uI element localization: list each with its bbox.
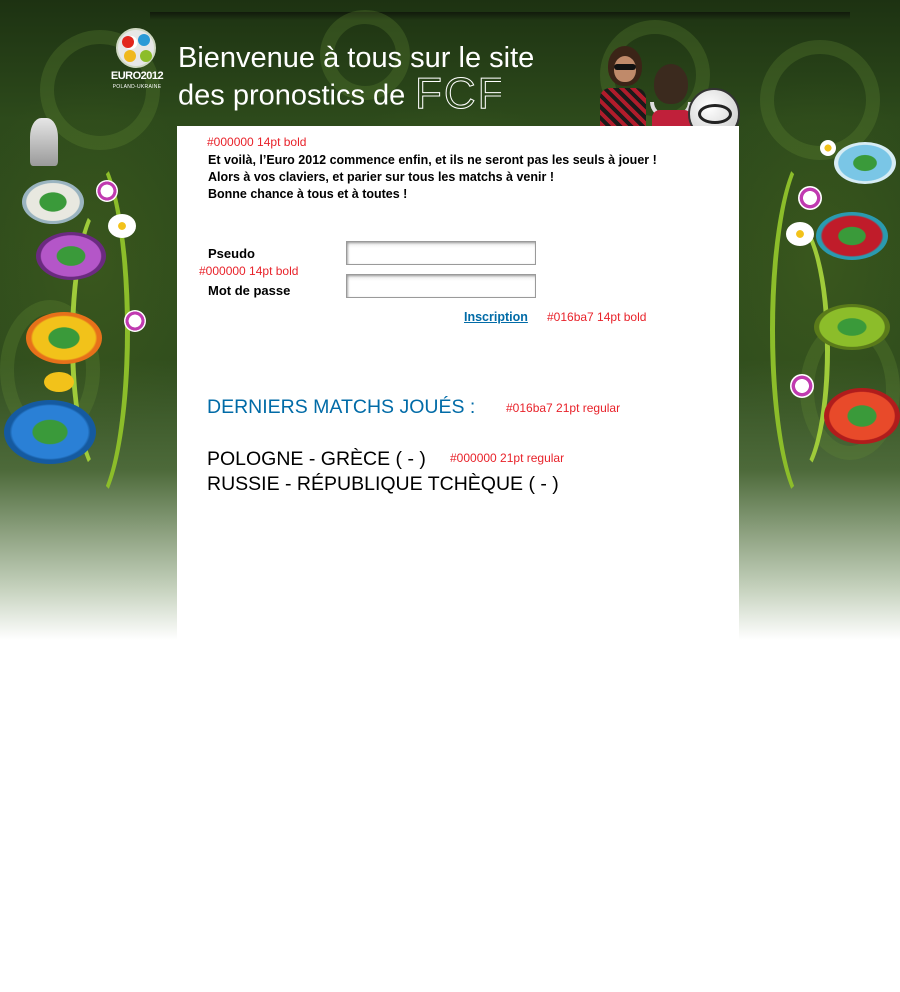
- stadium-icon: [22, 180, 84, 224]
- inscription-link[interactable]: Inscription: [464, 310, 528, 324]
- stadium-icon: [26, 312, 102, 364]
- stadium-icon: [4, 400, 96, 464]
- label-style-annotation: #000000 14pt bold: [199, 264, 299, 278]
- main-content-panel: [177, 126, 739, 640]
- intro-line-3: Bonne chance à tous et à toutes !: [208, 187, 408, 201]
- flower-icon: [786, 222, 814, 246]
- fcf-logo: FCF: [415, 72, 501, 114]
- inscription-style-annotation: #016ba7 14pt bold: [547, 310, 647, 324]
- yellow-shoe-icon: [44, 372, 74, 392]
- intro-style-annotation: #000000 14pt bold: [207, 135, 307, 149]
- small-ball-icon: [124, 310, 146, 332]
- man-head: [654, 64, 688, 104]
- sunglasses-icon: [614, 64, 636, 70]
- flower-icon: [820, 140, 836, 156]
- woman-shirt: [600, 88, 646, 126]
- right-plant-stem: [760, 220, 830, 480]
- match-item: RUSSIE - RÉPUBLIQUE TCHÈQUE ( - ): [207, 473, 559, 495]
- football-pattern: [698, 104, 732, 124]
- intro-line-1: Et voilà, l’Euro 2012 commence enfin, et…: [208, 153, 657, 167]
- stadium-icon: [824, 388, 900, 444]
- welcome-line-2-text: des pronostics de: [178, 79, 406, 112]
- stadium-icon: [834, 142, 896, 184]
- welcome-line-2: des pronostics de FCF: [178, 72, 534, 118]
- euro2012-logo: EURO2012 POLAND-UKRAINE: [108, 28, 166, 94]
- welcome-line-1: Bienvenue à tous sur le site: [178, 42, 535, 74]
- flower-icon: [108, 214, 136, 238]
- pseudo-input[interactable]: [346, 241, 536, 265]
- small-ball-icon: [798, 186, 822, 210]
- recent-matches-title: DERNIERS MATCHS JOUÉS :: [207, 396, 476, 418]
- match-item: POLOGNE - GRÈCE ( - ): [207, 448, 426, 470]
- password-input[interactable]: [346, 274, 536, 298]
- stadium-icon: [36, 232, 106, 280]
- top-shadow-bar: [150, 12, 850, 20]
- logo-brand-text: EURO2012: [110, 70, 164, 82]
- logo-ball-icon: [116, 28, 156, 68]
- small-ball-icon: [96, 180, 118, 202]
- title-style-annotation: #016ba7 21pt regular: [506, 401, 621, 415]
- password-label: Mot de passe: [208, 283, 291, 298]
- small-ball-icon: [790, 374, 814, 398]
- match-style-annotation: #000000 21pt regular: [450, 451, 565, 465]
- pseudo-label: Pseudo: [208, 246, 255, 261]
- stadium-icon: [816, 212, 888, 260]
- man-shirt: [652, 110, 692, 126]
- intro-line-2: Alors à vos claviers, et parier sur tous…: [208, 170, 554, 184]
- stadium-icon: [814, 304, 890, 350]
- fcf-logo-text: FCF: [415, 72, 501, 114]
- welcome-heading: Bienvenue à tous sur le site des pronost…: [178, 40, 534, 118]
- logo-sub-text: POLAND-UKRAINE: [112, 84, 162, 90]
- trophy-icon: [30, 118, 58, 166]
